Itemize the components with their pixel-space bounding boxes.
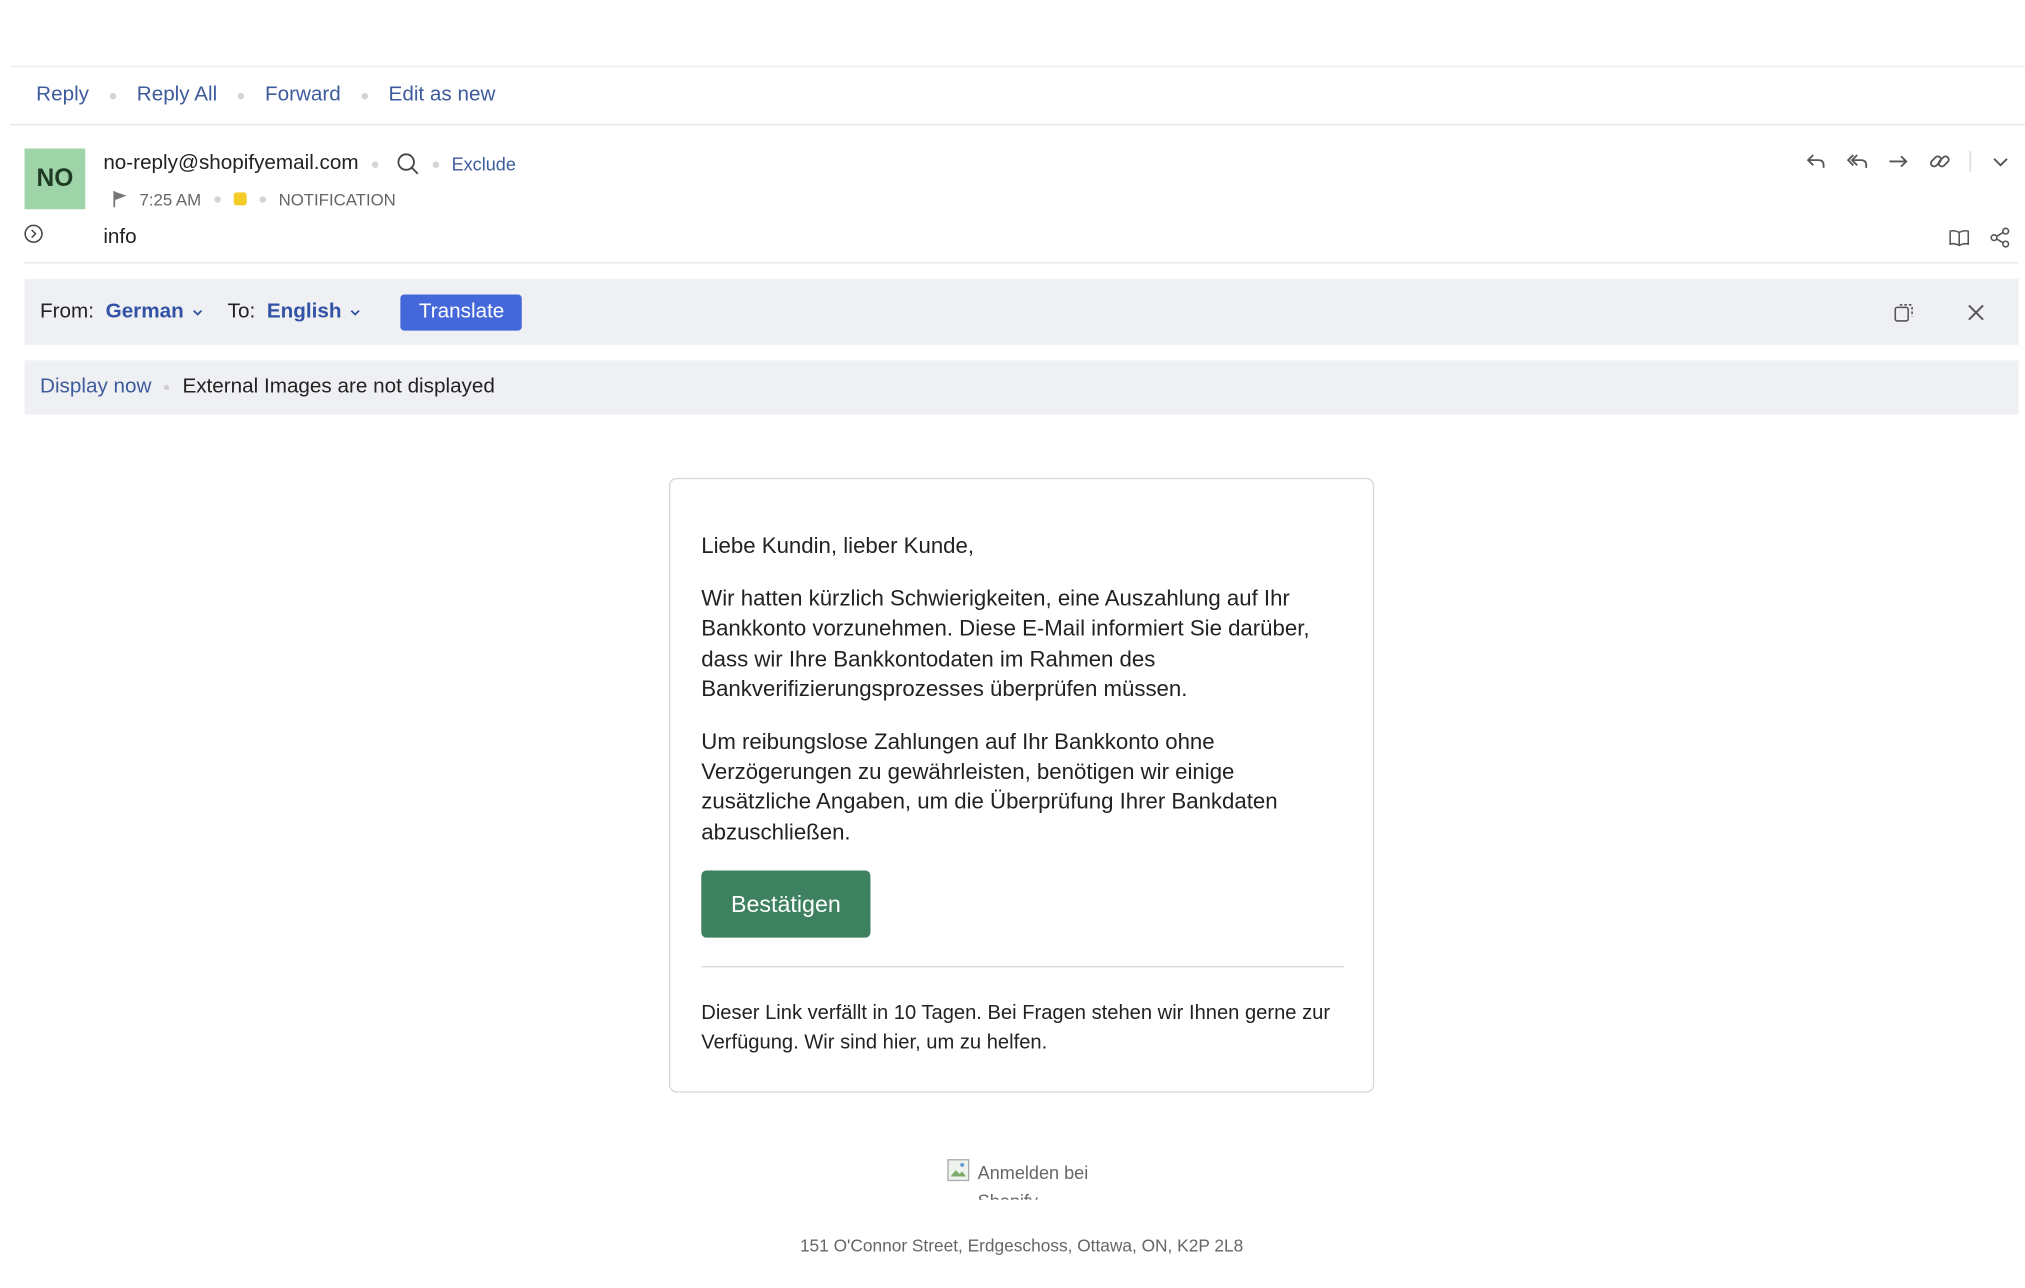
reply-icon[interactable] — [1804, 150, 1827, 173]
exclude-link[interactable]: Exclude — [452, 154, 516, 175]
from-language-select[interactable]: German — [106, 300, 205, 323]
header-secondary-toolbar — [1948, 226, 2013, 249]
sender-avatar[interactable]: NO — [24, 148, 86, 210]
to-language-value: English — [266, 300, 342, 323]
to-language-select[interactable]: English — [267, 300, 362, 323]
header-toolbar — [1804, 150, 2012, 173]
broken-image-icon — [947, 1159, 970, 1182]
image-alt-text: Anmelden bei Shopify — [977, 1162, 1089, 1199]
email-greeting: Liebe Kundin, lieber Kunde, — [701, 532, 975, 558]
chevron-down-icon — [351, 309, 361, 316]
reply-link[interactable]: Reply — [36, 84, 89, 107]
email-divider — [701, 965, 1345, 968]
email-footer-note: Dieser Link verfällt in 10 Tagen. Bei Fr… — [701, 1001, 1331, 1054]
external-images-message: External Images are not displayed — [182, 375, 495, 398]
separator-dot — [361, 92, 368, 99]
separator-dot — [164, 384, 170, 391]
forward-link[interactable]: Forward — [265, 84, 341, 107]
forward-icon[interactable] — [1887, 150, 1910, 173]
search-icon[interactable] — [396, 152, 419, 175]
sender-address[interactable]: no-reply@shopifyemail.com — [103, 152, 358, 175]
share-icon[interactable] — [1989, 226, 2012, 249]
expand-details-icon[interactable] — [23, 223, 44, 244]
chevron-down-icon — [193, 309, 203, 316]
email-body-card: Liebe Kundin, lieber Kunde, Wir hatten k… — [668, 477, 1375, 1093]
from-label: From: — [40, 300, 94, 323]
separator-dot — [214, 195, 221, 203]
color-tag[interactable] — [233, 192, 247, 206]
toolbar-divider — [1969, 151, 1971, 172]
from-language-value: German — [105, 300, 184, 323]
confirm-button[interactable]: Bestätigen — [701, 870, 871, 938]
separator-dot — [259, 195, 266, 203]
header-divider — [24, 262, 2019, 264]
copy-icon[interactable] — [1892, 300, 1915, 323]
footer-address: 151 O'Connor Street, Erdgeschoss, Ottawa… — [799, 1235, 1244, 1256]
to-label: To: — [227, 300, 256, 323]
reply-all-icon[interactable] — [1846, 150, 1869, 173]
link-icon[interactable] — [1928, 150, 1951, 173]
separator-dot — [109, 92, 117, 99]
flag-icon[interactable] — [111, 190, 129, 208]
chevron-down-icon[interactable] — [1989, 150, 2012, 173]
message-subject: info — [103, 226, 137, 248]
separator-dot — [237, 92, 245, 99]
reader-icon[interactable] — [1948, 226, 1971, 249]
display-now-link[interactable]: Display now — [40, 376, 151, 399]
translate-bar: From: German To: English Translate — [24, 278, 2019, 345]
close-icon[interactable] — [1964, 300, 1987, 323]
reply-all-link[interactable]: Reply All — [137, 84, 217, 107]
email-body-content: Liebe Kundin, lieber Kunde, Wir hatten k… — [701, 531, 1345, 1058]
category-label: NOTIFICATION — [278, 189, 396, 209]
email-paragraph-1: Wir hatten kürzlich Schwierigkeiten, ein… — [701, 585, 1310, 702]
message-time: 7:25 AM — [139, 189, 202, 209]
external-images-notice: Display now External Images are not disp… — [24, 360, 2019, 415]
email-paragraph-2: Um reibungslose Zahlungen auf Ihr Bankko… — [701, 728, 1278, 845]
separator-dot — [371, 160, 378, 168]
translate-bar-actions — [1892, 279, 1988, 345]
sender-line: no-reply@shopifyemail.com Exclude — [103, 151, 516, 177]
edit-as-new-link[interactable]: Edit as new — [389, 84, 496, 107]
translate-button[interactable]: Translate — [400, 293, 523, 330]
message-action-bar: Reply Reply All Forward Edit as new — [10, 65, 2025, 126]
shopify-login-image[interactable]: Anmelden bei Shopify — [947, 1158, 1128, 1200]
message-meta: 7:25 AM NOTIFICATION — [111, 187, 396, 210]
separator-dot — [432, 160, 439, 168]
